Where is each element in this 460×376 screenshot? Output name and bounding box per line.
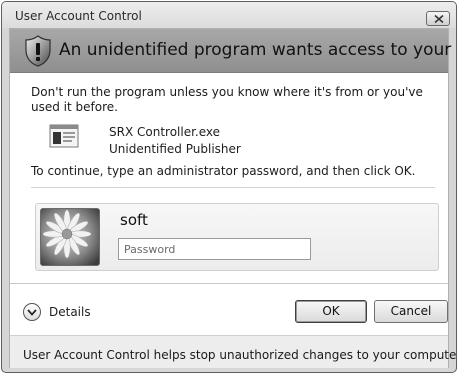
window-title: User Account Control: [15, 9, 142, 23]
divider: [31, 187, 435, 188]
instruction-text: To continue, type an administrator passw…: [31, 164, 416, 178]
program-icon: [49, 124, 79, 148]
ok-button[interactable]: OK: [295, 300, 367, 323]
warning-message: Don't run the program unless you know wh…: [31, 85, 423, 114]
shield-warning-icon: [25, 35, 51, 67]
footer-divider: [10, 283, 448, 284]
details-label[interactable]: Details: [49, 305, 91, 319]
dialog-body: An unidentified program wants access to …: [9, 28, 456, 368]
footer-note-bar: User Account Control helps stop unauthor…: [10, 335, 456, 368]
close-button[interactable]: [426, 11, 450, 26]
cancel-button[interactable]: Cancel: [374, 300, 448, 323]
banner-heading: An unidentified program wants access to …: [59, 40, 456, 60]
username-label: soft: [120, 211, 148, 229]
password-field[interactable]: [118, 238, 311, 260]
program-name: SRX Controller.exe: [109, 125, 221, 139]
credential-tile[interactable]: soft: [35, 203, 439, 271]
warning-banner: An unidentified program wants access to …: [10, 29, 456, 73]
close-icon: [434, 15, 444, 23]
chevron-down-icon[interactable]: [23, 303, 41, 321]
program-publisher: Unidentified Publisher: [109, 142, 241, 156]
uac-dialog: User Account Control An unidentified pro…: [1, 1, 457, 373]
title-bar[interactable]: User Account Control: [2, 2, 456, 28]
flower-avatar: [40, 208, 100, 266]
footer-note: User Account Control helps stop unauthor…: [23, 348, 457, 362]
